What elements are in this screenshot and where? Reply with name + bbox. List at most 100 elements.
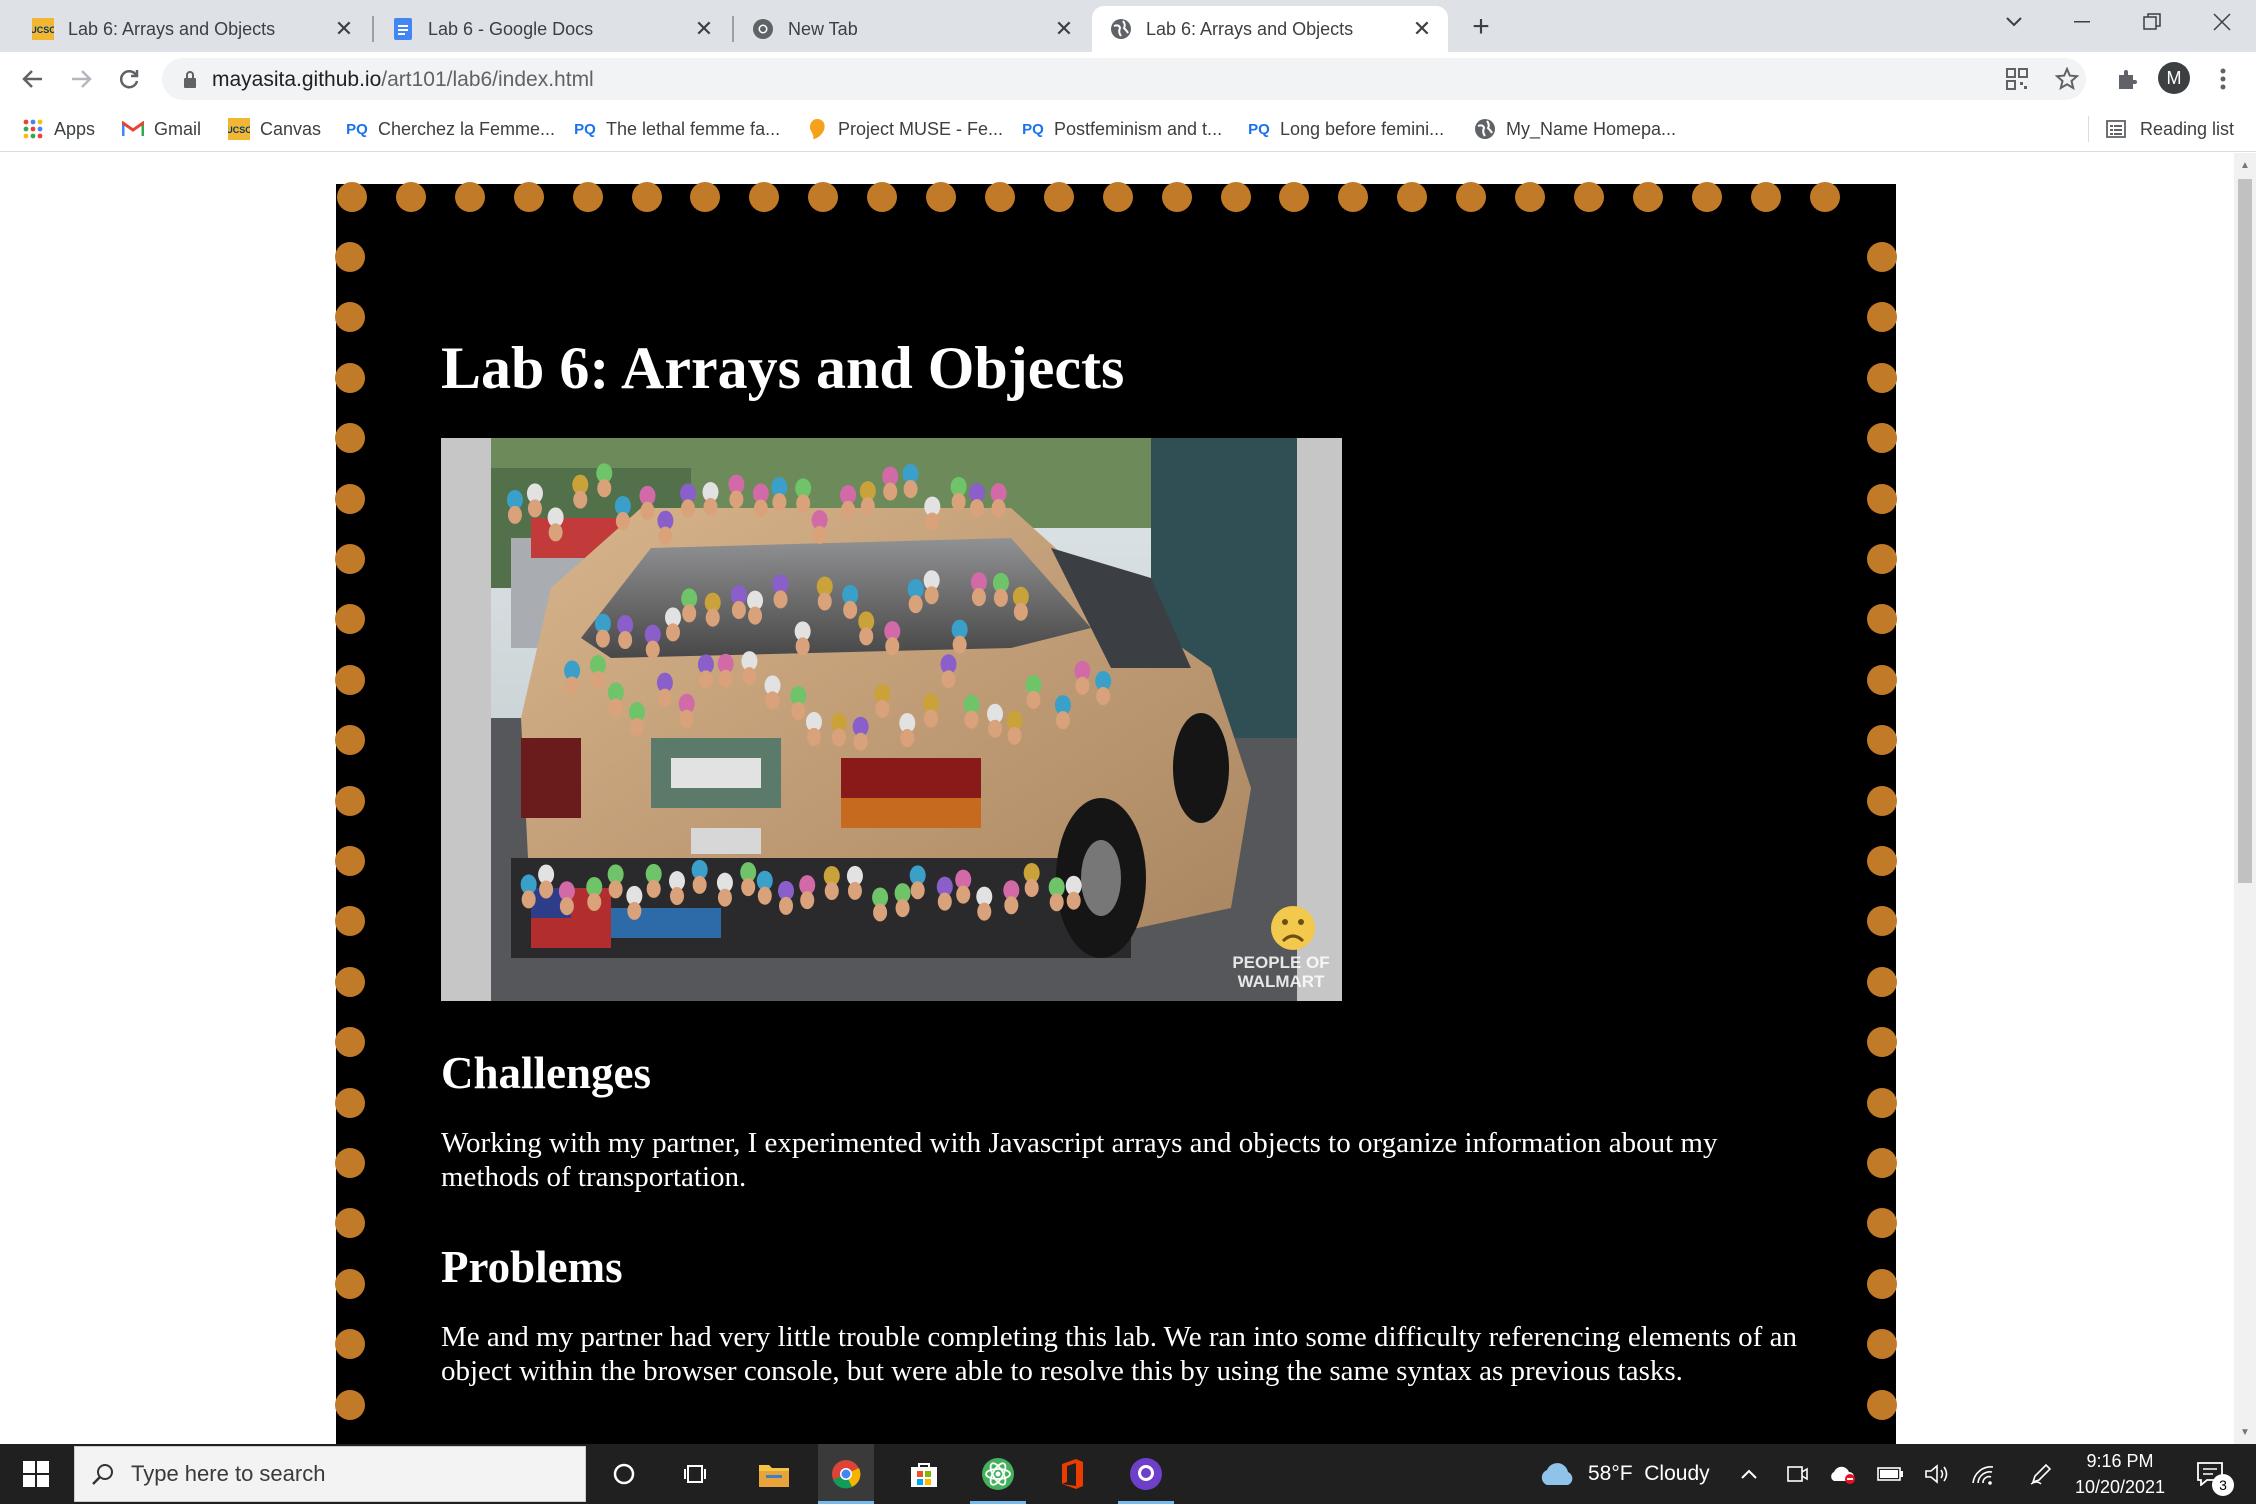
new-tab-button[interactable]: + [1464, 10, 1498, 44]
forward-button[interactable] [62, 60, 100, 98]
svg-text:UCSC: UCSC [228, 125, 250, 135]
atom-icon[interactable] [970, 1444, 1026, 1504]
scrollbar[interactable]: ▲ ▼ [2234, 153, 2256, 1444]
border-dot [1573, 182, 1604, 212]
tab-new-tab[interactable]: New Tab ✕ [734, 6, 1090, 52]
hero-image: PEOPLE OF WALMART [441, 438, 1342, 1001]
cortana-icon[interactable] [598, 1444, 650, 1504]
border-dot [335, 1329, 365, 1360]
bookmark-postfeminism[interactable]: PQ Postfeminism and t... [1022, 114, 1222, 144]
border-dot [513, 182, 544, 212]
scroll-down-icon[interactable]: ▼ [2234, 1422, 2256, 1442]
bookmark-apps[interactable]: Apps [22, 114, 95, 144]
notifications-icon[interactable]: 3 [2190, 1444, 2234, 1504]
file-explorer-icon[interactable] [746, 1444, 802, 1504]
border-dot [1867, 664, 1897, 695]
close-icon[interactable]: ✕ [692, 16, 716, 41]
windows-taskbar: Type here to search 58°F Cloudy 9:16 PM … [0, 1444, 2256, 1504]
pen-icon[interactable] [2026, 1444, 2056, 1504]
pq-icon: PQ [346, 120, 368, 138]
close-icon[interactable]: ✕ [1410, 16, 1434, 41]
wifi-icon[interactable] [1968, 1444, 1998, 1504]
url-path: /art101/lab6/index.html [381, 68, 594, 91]
address-bar[interactable]: mayasita.github.io/art101/lab6/index.htm… [162, 58, 2086, 100]
border-dot [1867, 242, 1897, 272]
bookmark-lethal-femme[interactable]: PQ The lethal femme fa... [574, 114, 780, 144]
tab-search-icon[interactable] [1980, 0, 2048, 44]
border-dot [690, 182, 721, 212]
task-view-icon[interactable] [670, 1444, 722, 1504]
system-clock[interactable]: 9:16 PM 10/20/2021 [2060, 1448, 2180, 1500]
chrome-icon [752, 18, 774, 40]
bookmark-project-muse[interactable]: Project MUSE - Fe... [806, 114, 1003, 144]
border-dot [572, 182, 603, 212]
store-icon[interactable] [896, 1444, 952, 1504]
border-dot [1867, 725, 1897, 756]
reading-list-button[interactable]: Reading list [2106, 114, 2234, 144]
border-dot [1867, 906, 1897, 937]
meet-now-icon[interactable] [1782, 1444, 1812, 1504]
border-dot [867, 182, 898, 212]
pq-icon: PQ [1022, 120, 1044, 138]
weather-widget[interactable]: 58°F Cloudy [1538, 1444, 1710, 1504]
border-dot [1867, 1329, 1897, 1360]
url-text[interactable]: mayasita.github.io/art101/lab6/index.htm… [212, 68, 594, 92]
tab-lab6-1[interactable]: UCSC Lab 6: Arrays and Objects ✕ [14, 6, 370, 52]
border-dot [749, 182, 780, 212]
border-dot [454, 182, 485, 212]
bookmark-my-name[interactable]: My_Name Homepa... [1474, 114, 1676, 144]
tab-strip: UCSC Lab 6: Arrays and Objects ✕ Lab 6 -… [0, 0, 2256, 52]
border-dot [335, 604, 365, 635]
scrollbar-thumb[interactable] [2238, 179, 2252, 883]
ucsc-icon: UCSC [32, 18, 54, 40]
close-icon[interactable]: ✕ [332, 16, 356, 41]
bookmark-long-before[interactable]: PQ Long before femini... [1248, 114, 1444, 144]
bookmark-gmail[interactable]: Gmail [122, 114, 201, 144]
border-dot [335, 302, 365, 333]
battery-icon[interactable] [1876, 1444, 1906, 1504]
border-dot [335, 1208, 365, 1239]
tab-google-docs[interactable]: Lab 6 - Google Docs ✕ [374, 6, 730, 52]
reading-list-icon [2106, 118, 2128, 140]
border-dot [1632, 182, 1663, 212]
clock-time: 9:16 PM [2086, 1451, 2154, 1471]
border-dot [1397, 182, 1428, 212]
border-dot [1161, 182, 1192, 212]
start-button[interactable] [0, 1444, 72, 1504]
section-body-challenges: Working with my partner, I experimented … [441, 1127, 1718, 1193]
restore-button[interactable] [2118, 0, 2186, 44]
bookmark-canvas[interactable]: UCSC Canvas [228, 114, 321, 144]
bookmark-star-icon[interactable] [2048, 60, 2086, 98]
page-title: Lab 6: Arrays and Objects [441, 335, 1125, 401]
back-button[interactable] [14, 60, 52, 98]
border-dot [1867, 785, 1897, 816]
taskbar-search[interactable]: Type here to search [74, 1446, 586, 1502]
profile-avatar[interactable]: M [2158, 62, 2190, 94]
cloud-icon [1541, 1463, 1573, 1485]
menu-icon[interactable] [2204, 60, 2242, 98]
border-dot [1867, 1208, 1897, 1239]
border-dot [1867, 846, 1897, 876]
close-icon[interactable]: ✕ [1052, 16, 1076, 41]
onedrive-icon[interactable] [1826, 1444, 1860, 1504]
office-icon[interactable] [1044, 1444, 1100, 1504]
bookmark-cherchez[interactable]: PQ Cherchez la Femme... [346, 114, 555, 144]
border-dot [335, 966, 365, 997]
chrome-taskbar-icon[interactable] [818, 1444, 874, 1504]
volume-icon[interactable] [1922, 1444, 1952, 1504]
border-dot [335, 423, 365, 454]
border-dot [337, 182, 367, 212]
extensions-icon[interactable] [2108, 60, 2146, 98]
border-dot [1279, 182, 1310, 212]
close-window-button[interactable] [2188, 0, 2256, 44]
show-hidden-icons[interactable] [1736, 1444, 1762, 1504]
tab-lab6-active[interactable]: Lab 6: Arrays and Objects ✕ [1092, 6, 1448, 52]
reload-button[interactable] [110, 60, 148, 98]
github-desktop-icon[interactable] [1118, 1444, 1174, 1504]
border-dot [1809, 182, 1840, 212]
scroll-up-icon[interactable]: ▲ [2234, 155, 2256, 175]
border-dot [335, 544, 365, 574]
qr-code-icon[interactable] [1998, 60, 2036, 98]
minimize-button[interactable] [2048, 0, 2116, 44]
page-viewport[interactable]: Lab 6: Arrays and Objects PEOPLE OF WALM… [0, 153, 2234, 1444]
